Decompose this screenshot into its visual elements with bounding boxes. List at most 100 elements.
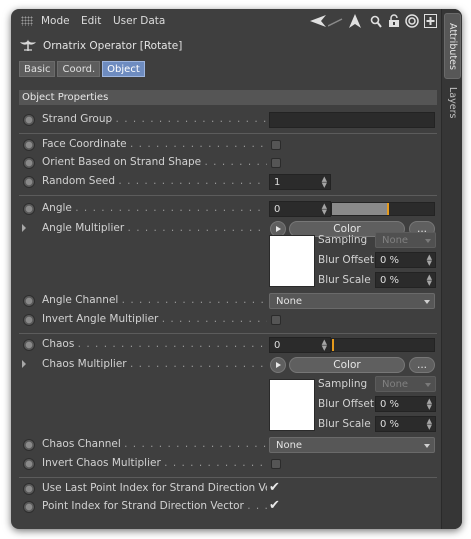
- panel-grip-icon[interactable]: [21, 16, 33, 26]
- spinner-arrows-icon[interactable]: ▲ ▼: [427, 418, 432, 431]
- chaos-channel-dropdown[interactable]: None: [269, 437, 435, 453]
- face-coordinate-checkbox[interactable]: [271, 140, 281, 150]
- chaos-blur-scale-field[interactable]: 0 % ▲ ▼: [375, 416, 436, 432]
- point-index-row: Point Index for Strand Direction Vector …: [11, 498, 441, 516]
- forward-arrow-icon[interactable]: [327, 13, 345, 29]
- tab-object[interactable]: Object: [102, 61, 145, 77]
- chaos-multiplier-play-button[interactable]: [270, 357, 286, 373]
- expand-triangle-icon[interactable]: [22, 224, 26, 232]
- random-seed-field[interactable]: 1 ▲ ▼: [269, 174, 331, 190]
- attributes-panel: Mode Edit User Data Ornatrix Operator [R…: [11, 9, 441, 529]
- target-icon[interactable]: [404, 13, 419, 29]
- strand-group-field[interactable]: [269, 112, 435, 128]
- animate-radio-icon[interactable]: [23, 314, 35, 326]
- angle-row: Angle . . . . . . . . . . . . . . . . . …: [11, 200, 441, 218]
- use-last-point-label-wrap: Use Last Point Index for Strand Directio…: [42, 482, 267, 496]
- chaos-slider-handle[interactable]: [332, 339, 334, 351]
- leader-dots: . . . . . . . . . . . . . . . . . . . . …: [118, 175, 267, 187]
- chaos-field[interactable]: 0 ▲ ▼: [269, 337, 331, 353]
- leader-dots: . . . . . . . . . . . . . . . . .: [161, 313, 267, 325]
- leader-dots: . . . . . . . . . . . . . . . . . . . . …: [124, 438, 267, 450]
- chaos-multiplier-color-button[interactable]: Color: [289, 357, 405, 373]
- chaos-blur-scale-value: 0 %: [380, 418, 400, 430]
- spinner-arrows-icon[interactable]: ▲ ▼: [427, 274, 432, 287]
- spinner-arrows-icon[interactable]: ▲ ▼: [322, 203, 327, 216]
- menu-user-data[interactable]: User Data: [113, 15, 165, 27]
- menu-edit[interactable]: Edit: [81, 15, 101, 27]
- invert-angle-checkbox[interactable]: [271, 315, 281, 325]
- tab-coord[interactable]: Coord.: [57, 61, 101, 77]
- leader-dots: . . . . . . . . . . . . . . . . . . . . …: [77, 338, 267, 350]
- spinner-arrows-icon[interactable]: ▲ ▼: [427, 398, 432, 411]
- angle-blur-scale-field[interactable]: 0 % ▲ ▼: [375, 272, 436, 288]
- animate-radio-icon[interactable]: [23, 139, 35, 151]
- angle-blur-scale-value: 0 %: [380, 274, 400, 286]
- animate-radio-icon[interactable]: [23, 157, 35, 169]
- side-tab-attributes[interactable]: Attributes: [444, 13, 461, 79]
- lock-icon[interactable]: [387, 13, 401, 29]
- dropdown-arrow-icon: [424, 444, 430, 448]
- menu-mode[interactable]: Mode: [41, 15, 70, 27]
- chaos-slider[interactable]: [331, 338, 435, 352]
- animate-radio-icon[interactable]: [23, 458, 35, 470]
- leader-dots: . . . . . . . . . . . . . . . . .: [164, 457, 267, 469]
- leader-dots: . . . . . . . . . . . . . . . . . . . . …: [129, 358, 267, 370]
- orient-based-checkbox[interactable]: [271, 158, 281, 168]
- side-tab-layers[interactable]: Layers: [444, 83, 461, 123]
- chaos-multiplier-row: Chaos Multiplier . . . . . . . . . . . .…: [11, 356, 441, 374]
- attribute-tabs: Basic Coord. Object: [19, 61, 145, 77]
- animate-radio-icon[interactable]: [23, 203, 35, 215]
- side-tab-strip: Attributes Layers: [441, 9, 462, 529]
- invert-chaos-checkbox[interactable]: [271, 459, 281, 469]
- expand-triangle-icon[interactable]: [22, 360, 26, 368]
- chaos-row: Chaos . . . . . . . . . . . . . . . . . …: [11, 336, 441, 354]
- chaos-blur-scale-label: Blur Scale: [318, 418, 371, 430]
- angle-slider[interactable]: [331, 202, 435, 216]
- search-icon[interactable]: [369, 13, 383, 29]
- leader-dots: . . . . . . . . . . . . . . .: [204, 156, 267, 168]
- object-title-row: Ornatrix Operator [Rotate]: [19, 37, 182, 55]
- angle-blur-offset-field[interactable]: 0 % ▲ ▼: [375, 252, 436, 268]
- angle-label-wrap: Angle . . . . . . . . . . . . . . . . . …: [42, 202, 267, 216]
- angle-slider-handle[interactable]: [387, 203, 389, 215]
- chaos-blur-offset-field[interactable]: 0 % ▲ ▼: [375, 396, 436, 412]
- divider: [19, 333, 437, 334]
- animate-radio-icon[interactable]: [23, 295, 35, 307]
- spinner-arrows-icon[interactable]: ▲ ▼: [322, 339, 327, 352]
- divider: [19, 133, 437, 134]
- tab-basic[interactable]: Basic: [19, 61, 56, 77]
- section-object-properties: Object Properties: [19, 90, 437, 105]
- angle-blur-scale-label: Blur Scale: [318, 274, 371, 286]
- invert-angle-row: Invert Angle Multiplier . . . . . . . . …: [11, 311, 441, 329]
- angle-sampling-value: None: [382, 234, 409, 246]
- chaos-multiplier-more-button[interactable]: ...: [409, 357, 435, 373]
- angle-field[interactable]: 0 ▲ ▼: [269, 201, 331, 217]
- angle-channel-dropdown[interactable]: None: [269, 293, 435, 309]
- point-index-label-wrap: Point Index for Strand Direction Vector …: [42, 500, 267, 514]
- animate-radio-icon[interactable]: [23, 339, 35, 351]
- animate-radio-icon[interactable]: [23, 483, 35, 495]
- animate-radio-icon[interactable]: [23, 176, 35, 188]
- checkmark-icon: ✔: [269, 480, 280, 495]
- random-seed-label: Random Seed: [42, 175, 116, 187]
- leader-dots: . . . . . . . . . . . . . . . . . . . . …: [130, 138, 267, 150]
- spinner-arrows-icon[interactable]: ▲ ▼: [322, 176, 327, 189]
- chaos-channel-label: Chaos Channel: [42, 438, 121, 450]
- angle-multiplier-preview[interactable]: [269, 235, 315, 287]
- invert-angle-label: Invert Angle Multiplier: [42, 313, 159, 325]
- new-panel-icon[interactable]: [423, 13, 437, 29]
- chaos-multiplier-preview[interactable]: [269, 379, 315, 431]
- animate-radio-icon[interactable]: [23, 439, 35, 451]
- angle-label: Angle: [42, 202, 72, 214]
- angle-channel-label: Angle Channel: [42, 294, 119, 306]
- back-arrow-icon[interactable]: [309, 13, 327, 29]
- chaos-blur-offset-label: Blur Offset: [318, 398, 374, 410]
- invert-chaos-label-wrap: Invert Chaos Multiplier . . . . . . . . …: [42, 457, 267, 471]
- animate-radio-icon[interactable]: [23, 501, 35, 513]
- angle-multiplier-label: Angle Multiplier: [42, 222, 125, 234]
- strand-group-label-wrap: Strand Group . . . . . . . . . . . . . .…: [42, 113, 267, 127]
- cursor-icon[interactable]: [347, 13, 363, 29]
- animate-radio-icon[interactable]: [23, 114, 35, 126]
- spinner-arrows-icon[interactable]: ▲ ▼: [427, 254, 432, 267]
- chaos-blur-offset-value: 0 %: [380, 398, 400, 410]
